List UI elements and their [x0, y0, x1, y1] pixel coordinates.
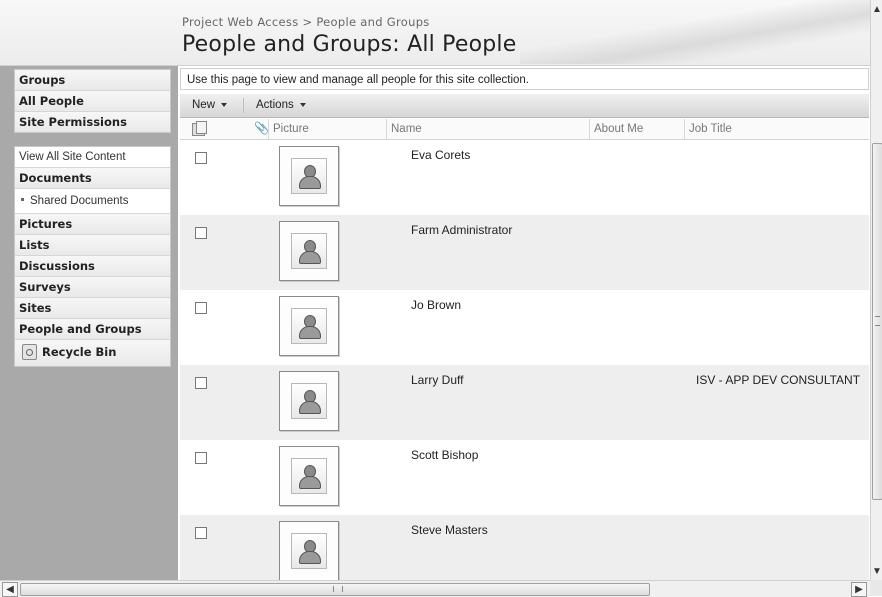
person-name[interactable]: Eva Corets	[411, 148, 470, 162]
picture-frame[interactable]	[279, 371, 339, 431]
table-row[interactable]: Larry Duff ISV - APP DEV CONSULTANT	[180, 365, 869, 440]
grip-icon	[333, 586, 343, 592]
actions-menu-button[interactable]: Actions	[256, 94, 306, 117]
row-checkbox[interactable]	[195, 302, 207, 314]
person-placeholder-icon	[291, 158, 327, 194]
person-name[interactable]: Larry Duff	[411, 373, 463, 387]
table-row[interactable]: Scott Bishop	[180, 440, 869, 515]
person-placeholder-icon	[291, 383, 327, 419]
picture-frame[interactable]	[279, 221, 339, 281]
job-title: ISV - APP DEV CONSULTANT	[696, 373, 861, 387]
row-checkbox[interactable]	[195, 377, 207, 389]
title-bar: Project Web Access > People and Groups P…	[0, 0, 870, 66]
picture-frame[interactable]	[279, 296, 339, 356]
breadcrumb[interactable]: Project Web Access > People and Groups	[182, 15, 430, 29]
row-checkbox[interactable]	[195, 152, 207, 164]
horizontal-scroll-thumb[interactable]	[20, 583, 650, 596]
scrollbar-corner	[870, 580, 882, 596]
table-row[interactable]: Eva Corets	[180, 140, 869, 215]
select-all-icon[interactable]	[192, 121, 207, 136]
column-header-about-me[interactable]: About Me	[589, 119, 643, 139]
nav-item-sites[interactable]: Sites	[15, 298, 170, 319]
vertical-scrollbar[interactable]: ▲ ▼	[870, 0, 882, 580]
picture-frame[interactable]	[279, 146, 339, 206]
list-toolbar: New Actions	[180, 94, 869, 118]
row-checkbox[interactable]	[195, 227, 207, 239]
nav-item-documents[interactable]: Documents	[15, 168, 170, 189]
list-header: 📎 Picture Name About Me Job Title	[180, 119, 869, 140]
paperclip-icon[interactable]: 📎	[254, 121, 269, 135]
scroll-right-icon[interactable]: ▶	[851, 582, 867, 597]
nav-item-surveys[interactable]: Surveys	[15, 277, 170, 298]
new-menu-label: New	[192, 99, 216, 111]
nav-item-all-people[interactable]: All People	[15, 91, 170, 112]
horizontal-scrollbar[interactable]: ◀ ▶	[0, 580, 870, 597]
bullet-icon	[21, 198, 24, 202]
table-row[interactable]: Farm Administrator	[180, 215, 869, 290]
scroll-down-icon[interactable]: ▼	[871, 564, 882, 580]
nav-item-people-and-groups[interactable]: People and Groups	[15, 319, 170, 340]
page-title: People and Groups: All People	[182, 32, 517, 57]
scroll-up-icon[interactable]: ▲	[871, 2, 882, 18]
dropdown-arrow-icon	[299, 102, 306, 107]
new-menu-button[interactable]: New	[192, 94, 228, 117]
row-checkbox[interactable]	[195, 452, 207, 464]
table-row[interactable]: Steve Masters	[180, 515, 869, 580]
picture-frame[interactable]	[279, 521, 339, 580]
dropdown-arrow-icon	[221, 102, 228, 107]
person-placeholder-icon	[291, 458, 327, 494]
nav-item-lists[interactable]: Lists	[15, 235, 170, 256]
grip-icon	[875, 316, 880, 326]
nav-item-discussions[interactable]: Discussions	[15, 256, 170, 277]
nav-item-groups[interactable]: Groups	[15, 70, 170, 91]
column-header-job-title[interactable]: Job Title	[684, 119, 732, 139]
page-description: Use this page to view and manage all peo…	[180, 68, 869, 90]
nav-item-recycle-bin[interactable]: Recycle Bin	[15, 340, 170, 366]
column-header-name[interactable]: Name	[386, 119, 422, 139]
title-decoration	[520, 0, 870, 64]
recycle-bin-icon	[22, 343, 37, 360]
left-navigation: Groups All People Site Permissions View …	[0, 66, 178, 580]
nav-item-pictures[interactable]: Pictures	[15, 214, 170, 235]
row-checkbox[interactable]	[195, 527, 207, 539]
person-name[interactable]: Scott Bishop	[411, 448, 478, 462]
scroll-left-icon[interactable]: ◀	[2, 582, 18, 597]
people-list: Eva Corets Farm Administrator Jo Brown L…	[180, 140, 869, 580]
table-row[interactable]: Jo Brown	[180, 290, 869, 365]
nav-quicklaunch-box: View All Site Content Documents Shared D…	[14, 146, 171, 367]
toolbar-separator	[243, 98, 244, 113]
person-name[interactable]: Steve Masters	[411, 523, 488, 537]
nav-item-recycle-bin-label: Recycle Bin	[42, 345, 117, 359]
nav-item-view-all-site-content[interactable]: View All Site Content	[15, 147, 170, 168]
person-name[interactable]: Farm Administrator	[411, 223, 512, 237]
nav-item-shared-documents-label: Shared Documents	[30, 195, 129, 207]
person-placeholder-icon	[291, 308, 327, 344]
actions-menu-label: Actions	[256, 99, 294, 111]
nav-item-site-permissions[interactable]: Site Permissions	[15, 112, 170, 132]
picture-frame[interactable]	[279, 446, 339, 506]
person-name[interactable]: Jo Brown	[411, 298, 461, 312]
nav-item-shared-documents[interactable]: Shared Documents	[15, 189, 170, 214]
person-placeholder-icon	[291, 233, 327, 269]
person-placeholder-icon	[291, 533, 327, 569]
column-header-picture[interactable]: Picture	[268, 119, 309, 139]
nav-groups-box: Groups All People Site Permissions	[14, 69, 171, 133]
vertical-scroll-thumb[interactable]	[872, 143, 882, 500]
